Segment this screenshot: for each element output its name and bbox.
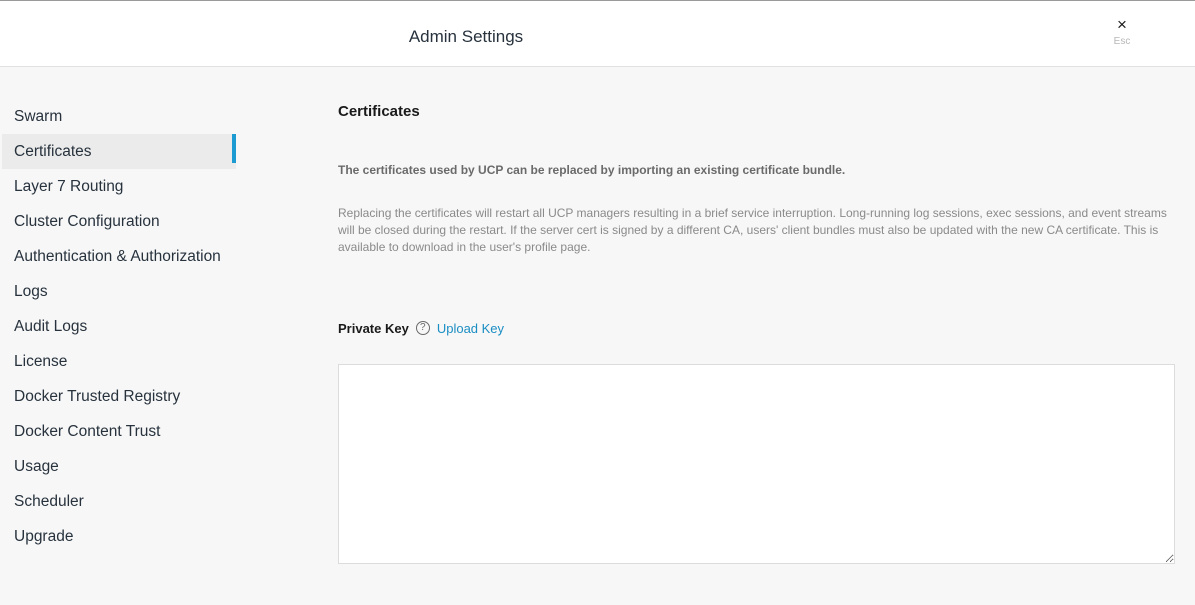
sidebar-item-layer-7-routing[interactable]: Layer 7 Routing	[0, 169, 236, 204]
sidebar-item-certificates[interactable]: Certificates	[2, 134, 236, 169]
sidebar-item-logs[interactable]: Logs	[0, 274, 236, 309]
header-bar: Admin Settings × Esc	[0, 0, 1195, 67]
sidebar-item-upgrade[interactable]: Upgrade	[0, 519, 236, 554]
close-icon[interactable]: ×	[1107, 16, 1137, 34]
sidebar-item-usage[interactable]: Usage	[0, 449, 236, 484]
sidebar-item-cluster-configuration[interactable]: Cluster Configuration	[0, 204, 236, 239]
settings-sidebar: Swarm Certificates Layer 7 Routing Clust…	[0, 99, 236, 554]
page-title: Admin Settings	[408, 27, 524, 46]
private-key-label: Private Key	[338, 320, 409, 336]
private-key-textarea[interactable]	[338, 364, 1175, 564]
upload-key-link[interactable]: Upload Key	[437, 321, 504, 336]
sidebar-item-docker-content-trust[interactable]: Docker Content Trust	[0, 414, 236, 449]
certificates-panel: Certificates The certificates used by UC…	[338, 103, 1176, 338]
sidebar-item-license[interactable]: License	[0, 344, 236, 379]
lead-text: The certificates used by UCP can be repl…	[338, 163, 846, 177]
close-button[interactable]: × Esc	[1107, 16, 1137, 52]
close-shortcut-hint: Esc	[1113, 36, 1131, 47]
sidebar-item-swarm[interactable]: Swarm	[0, 99, 236, 134]
section-title: Certificates	[338, 103, 420, 120]
private-key-field-header: Private Key ? Upload Key	[338, 318, 1176, 338]
sidebar-item-authentication-authorization[interactable]: Authentication & Authorization	[0, 239, 236, 274]
sidebar-item-audit-logs[interactable]: Audit Logs	[0, 309, 236, 344]
description-text: Replacing the certificates will restart …	[338, 206, 1167, 254]
help-icon[interactable]: ?	[415, 321, 430, 335]
sidebar-item-scheduler[interactable]: Scheduler	[0, 484, 236, 519]
sidebar-item-docker-trusted-registry[interactable]: Docker Trusted Registry	[0, 379, 236, 414]
